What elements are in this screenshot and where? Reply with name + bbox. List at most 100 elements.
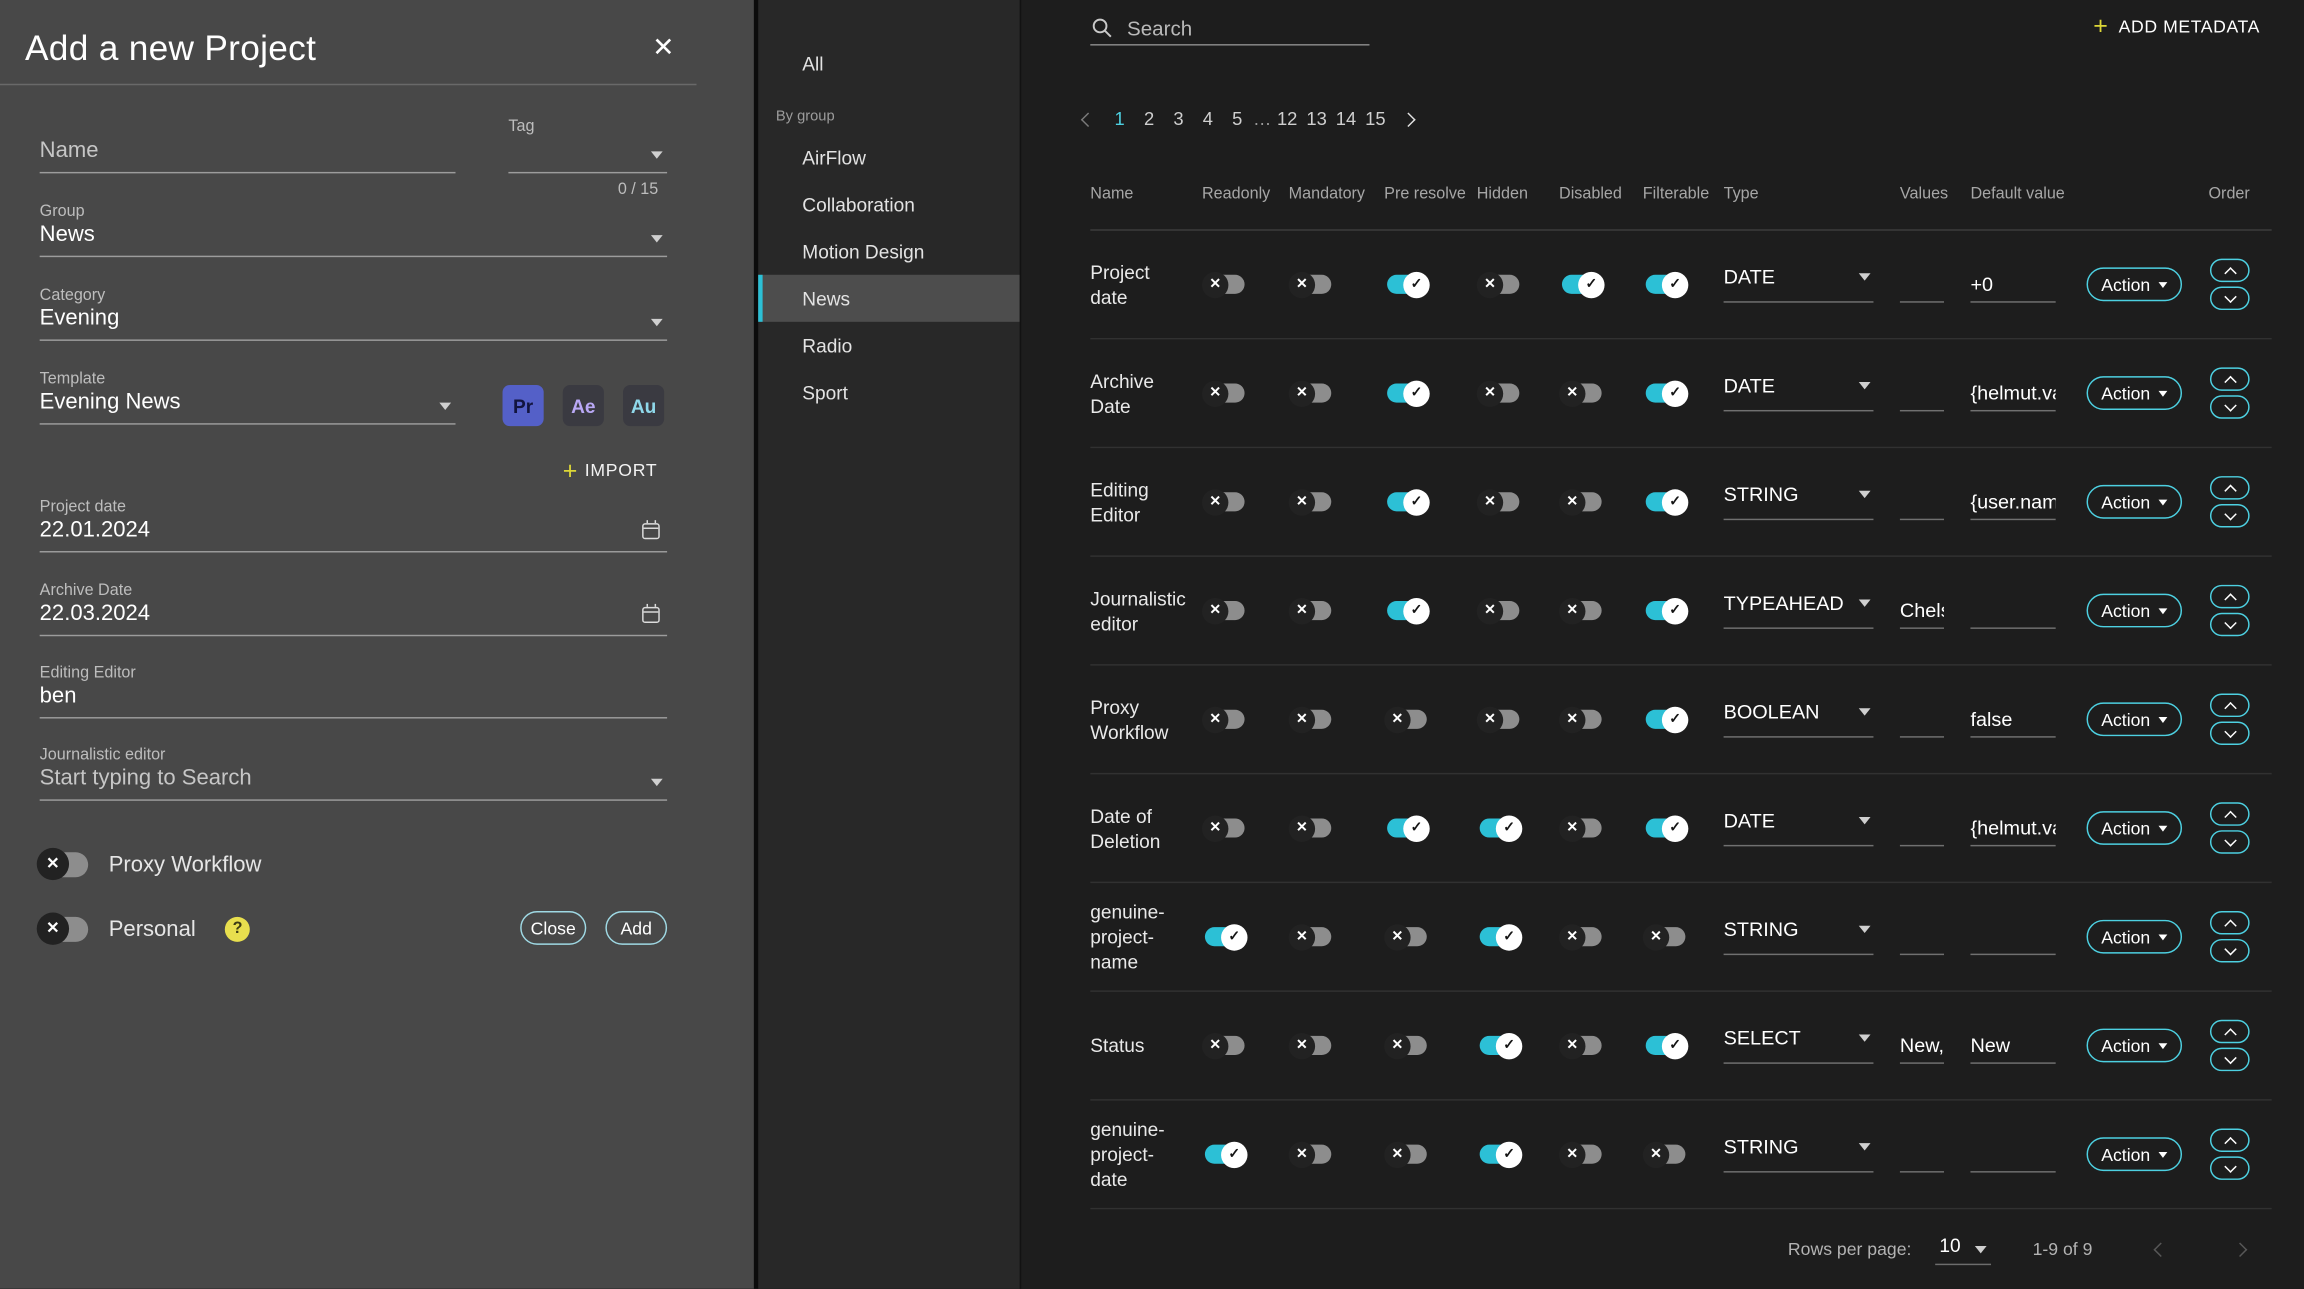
rows-per-page-select[interactable]: 10 (1935, 1234, 1992, 1265)
action-button[interactable]: Action (2087, 594, 2183, 628)
pre-resolve-toggle[interactable]: ✕ (1387, 927, 1427, 946)
type-select[interactable]: DATE (1724, 266, 1874, 303)
action-button[interactable]: Action (2087, 485, 2183, 519)
readonly-toggle[interactable]: ✓ (1205, 1145, 1245, 1164)
type-select[interactable]: STRING (1724, 1136, 1874, 1173)
action-button[interactable]: Action (2087, 811, 2183, 845)
hidden-toggle[interactable]: ✕ (1480, 710, 1520, 729)
type-select[interactable]: DATE (1724, 810, 1874, 847)
filterable-toggle[interactable]: ✓ (1646, 601, 1686, 620)
values-input[interactable] (1900, 919, 1944, 954)
pre-resolve-toggle[interactable]: ✓ (1387, 384, 1427, 403)
order-up-button[interactable] (2210, 367, 2250, 391)
mandatory-toggle[interactable]: ✕ (1292, 601, 1332, 620)
hidden-toggle[interactable]: ✓ (1480, 927, 1520, 946)
journalistic-editor-input[interactable]: Journalistic editor Start typing to Sear… (40, 746, 667, 800)
default-value-input[interactable]: New (1970, 1028, 2055, 1063)
order-down-button[interactable] (2210, 1048, 2250, 1072)
values-input[interactable] (1900, 484, 1944, 519)
close-button[interactable]: Close (520, 911, 586, 945)
values-input[interactable] (1900, 1137, 1944, 1172)
pre-resolve-toggle[interactable]: ✕ (1387, 710, 1427, 729)
add-button[interactable]: Add (605, 911, 667, 945)
order-down-button[interactable] (2210, 395, 2250, 419)
hidden-toggle[interactable]: ✕ (1480, 275, 1520, 294)
readonly-toggle[interactable]: ✓ (1205, 927, 1245, 946)
proxy-workflow-toggle[interactable]: ✕ (40, 852, 88, 877)
type-select[interactable]: BOOLEAN (1724, 701, 1874, 738)
disabled-toggle[interactable]: ✕ (1562, 1036, 1602, 1055)
mandatory-toggle[interactable]: ✕ (1292, 818, 1332, 837)
hidden-toggle[interactable]: ✓ (1480, 1036, 1520, 1055)
sidebar-item-radio[interactable]: Radio (758, 322, 1020, 369)
close-icon[interactable]: ✕ (652, 34, 674, 60)
page-2[interactable]: 2 (1134, 109, 1163, 130)
editing-editor-input[interactable]: Editing Editor ben (40, 664, 667, 718)
order-down-button[interactable] (2210, 613, 2250, 637)
mandatory-toggle[interactable]: ✕ (1292, 710, 1332, 729)
order-down-button[interactable] (2210, 830, 2250, 854)
disabled-toggle[interactable]: ✕ (1562, 492, 1602, 511)
readonly-toggle[interactable]: ✕ (1205, 1036, 1245, 1055)
page-14[interactable]: 14 (1331, 109, 1360, 130)
order-up-button[interactable] (2210, 1128, 2250, 1152)
add-metadata-button[interactable]: + ADD METADATA (2093, 13, 2260, 38)
disabled-toggle[interactable]: ✕ (1562, 927, 1602, 946)
search-input[interactable]: Search (1090, 10, 1369, 45)
mandatory-toggle[interactable]: ✕ (1292, 1145, 1332, 1164)
pagination-next-icon[interactable] (1390, 114, 1425, 124)
action-button[interactable]: Action (2087, 1029, 2183, 1063)
hidden-toggle[interactable]: ✕ (1480, 384, 1520, 403)
values-input[interactable]: New,( (1900, 1028, 1944, 1063)
default-value-input[interactable] (1970, 1137, 2055, 1172)
action-button[interactable]: Action (2087, 1137, 2183, 1171)
readonly-toggle[interactable]: ✕ (1205, 818, 1245, 837)
order-up-button[interactable] (2210, 1020, 2250, 1044)
page-5[interactable]: 5 (1223, 109, 1252, 130)
hidden-toggle[interactable]: ✓ (1480, 818, 1520, 837)
order-up-button[interactable] (2210, 259, 2250, 283)
help-icon[interactable]: ? (225, 916, 250, 941)
page-3[interactable]: 3 (1164, 109, 1193, 130)
sidebar-item-sport[interactable]: Sport (758, 369, 1020, 416)
readonly-toggle[interactable]: ✕ (1205, 601, 1245, 620)
type-select[interactable]: STRING (1724, 918, 1874, 955)
default-value-input[interactable]: {helmut.va (1970, 810, 2055, 845)
readonly-toggle[interactable]: ✕ (1205, 384, 1245, 403)
disabled-toggle[interactable]: ✕ (1562, 601, 1602, 620)
name-input[interactable]: Name (40, 135, 456, 173)
hidden-toggle[interactable]: ✕ (1480, 492, 1520, 511)
order-down-button[interactable] (2210, 287, 2250, 311)
sidebar-item-all[interactable]: All (758, 41, 1020, 87)
filterable-toggle[interactable]: ✓ (1646, 275, 1686, 294)
values-input[interactable]: Chels (1900, 593, 1944, 628)
template-select[interactable]: Template Evening News (40, 370, 456, 424)
pre-resolve-toggle[interactable]: ✕ (1387, 1145, 1427, 1164)
filterable-toggle[interactable]: ✓ (1646, 1036, 1686, 1055)
pre-resolve-toggle[interactable]: ✓ (1387, 601, 1427, 620)
sidebar-item-motion-design[interactable]: Motion Design (758, 228, 1020, 275)
values-input[interactable] (1900, 375, 1944, 410)
disabled-toggle[interactable]: ✓ (1562, 275, 1602, 294)
footer-prev-icon[interactable] (2145, 1244, 2174, 1254)
values-input[interactable] (1900, 702, 1944, 737)
category-select[interactable]: Category Evening (40, 287, 667, 341)
sidebar-item-collaboration[interactable]: Collaboration (758, 181, 1020, 228)
default-value-input[interactable]: +0 (1970, 267, 2055, 302)
order-down-button[interactable] (2210, 721, 2250, 745)
values-input[interactable] (1900, 810, 1944, 845)
order-up-button[interactable] (2210, 911, 2250, 935)
archive-date-input[interactable]: Archive Date 22.03.2024 (40, 582, 667, 636)
group-select[interactable]: Group News (40, 203, 667, 257)
disabled-toggle[interactable]: ✕ (1562, 710, 1602, 729)
footer-next-icon[interactable] (2225, 1244, 2254, 1254)
action-button[interactable]: Action (2087, 920, 2183, 954)
project-date-input[interactable]: Project date 22.01.2024 (40, 498, 667, 552)
pagination-prev-icon[interactable] (1070, 114, 1105, 124)
calendar-icon[interactable] (642, 607, 660, 623)
readonly-toggle[interactable]: ✕ (1205, 275, 1245, 294)
page-15[interactable]: 15 (1361, 109, 1390, 130)
filterable-toggle[interactable]: ✓ (1646, 384, 1686, 403)
action-button[interactable]: Action (2087, 267, 2183, 301)
type-select[interactable]: DATE (1724, 375, 1874, 412)
